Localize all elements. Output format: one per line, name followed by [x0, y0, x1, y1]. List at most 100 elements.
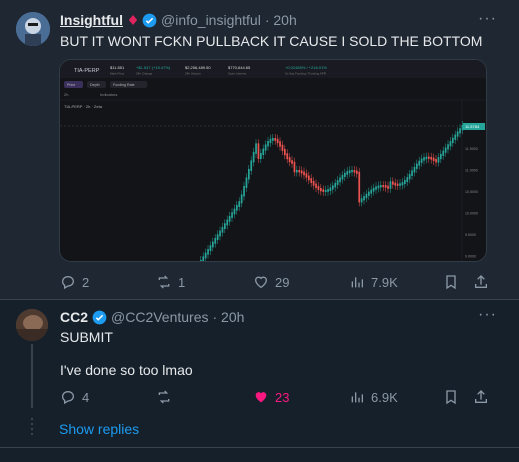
- candle: [339, 177, 341, 183]
- candle: [336, 180, 339, 185]
- candle: [348, 170, 351, 174]
- candle: [291, 160, 293, 164]
- interval-label[interactable]: 2h: [64, 92, 68, 97]
- tweet-header: Insightful @info_insightful · 20h: [60, 12, 297, 28]
- candle: [228, 215, 231, 222]
- candle: [269, 138, 272, 143]
- candle: [363, 196, 365, 201]
- stat-label: Open Interest: [228, 72, 246, 76]
- show-replies-link[interactable]: Show replies: [59, 421, 139, 437]
- candle: [437, 157, 440, 163]
- display-name[interactable]: CC2: [60, 309, 88, 325]
- views-icon: [351, 392, 363, 403]
- candle: [212, 241, 214, 248]
- more-options-icon[interactable]: ···: [478, 306, 497, 324]
- candle: [444, 147, 447, 153]
- candle: [317, 186, 320, 190]
- share-button[interactable]: [473, 389, 489, 405]
- candle: [411, 170, 413, 176]
- candle: [384, 185, 387, 188]
- like-button[interactable]: 23: [253, 389, 289, 405]
- indicators-button[interactable]: Indicators: [100, 92, 117, 97]
- candle: [236, 204, 238, 211]
- stat-value: $770,644.65: [228, 65, 251, 70]
- like-button[interactable]: 29: [253, 274, 289, 290]
- like-count: 29: [275, 274, 290, 290]
- candle: [322, 189, 325, 192]
- handle[interactable]: @CC2Ventures: [111, 309, 208, 325]
- price-chart: TIA-PERP $11.851 Mark Price +$1.547 (+15.4…: [60, 60, 486, 261]
- tweet-text: I've done so too lmao: [60, 362, 193, 378]
- axis-tick: 11.0000: [465, 169, 478, 173]
- view-count: 6.9K: [371, 389, 398, 405]
- candle: [442, 150, 445, 156]
- heart-icon: [254, 276, 268, 289]
- candle: [219, 230, 221, 237]
- candle: [435, 158, 437, 163]
- more-options-icon[interactable]: ···: [478, 10, 497, 28]
- reply-button[interactable]: 4: [60, 389, 89, 405]
- candle: [449, 141, 452, 147]
- axis-tick: 11.5000: [465, 147, 478, 151]
- reply-count: 4: [82, 389, 90, 405]
- candle: [233, 208, 236, 215]
- stat-value: +$1.547 (+15.47%): [136, 65, 171, 70]
- reply-count: 2: [82, 274, 90, 290]
- diamond-icon: [128, 15, 138, 25]
- candle: [416, 163, 418, 169]
- candle: [334, 182, 337, 188]
- axis-tick: 9.0000: [465, 255, 476, 259]
- chart-image[interactable]: TIA-PERP $11.851 Mark Price +$1.547 (+15.4…: [59, 59, 487, 262]
- candle: [404, 180, 406, 185]
- candle: [276, 138, 279, 144]
- candle: [202, 256, 205, 261]
- candle: [245, 177, 248, 188]
- display-name[interactable]: Insightful: [60, 12, 123, 28]
- reply-icon: [61, 390, 75, 405]
- views-button[interactable]: 7.9K: [349, 274, 398, 290]
- candle: [296, 170, 298, 173]
- repost-button[interactable]: 1: [156, 274, 185, 290]
- candle: [216, 234, 219, 240]
- timestamp[interactable]: · 20h: [265, 12, 297, 28]
- bookmark-icon: [446, 275, 456, 290]
- candle: [372, 187, 375, 192]
- candle: [300, 170, 303, 174]
- stat-value: $2,256,489.50: [185, 65, 211, 70]
- bookmark-button[interactable]: [443, 274, 459, 290]
- repost-icon: [158, 275, 170, 289]
- views-icon: [351, 277, 363, 288]
- handle[interactable]: @info_insightful: [161, 12, 261, 28]
- candle: [293, 161, 296, 173]
- candle: [428, 156, 430, 159]
- candle: [260, 152, 262, 159]
- candle: [358, 171, 361, 203]
- axis-tick: 9.5000: [465, 233, 476, 237]
- repost-button[interactable]: [156, 389, 172, 405]
- candle: [303, 171, 305, 176]
- chart-tab-label: Depth: [90, 83, 100, 87]
- avatar[interactable]: [16, 12, 50, 46]
- candle: [382, 185, 385, 188]
- chart-tab-label: Funding Rate: [113, 83, 135, 87]
- candle: [406, 177, 409, 183]
- avatar[interactable]: [16, 309, 48, 341]
- candle: [327, 189, 329, 192]
- candle: [288, 157, 291, 163]
- candle: [351, 170, 353, 173]
- candle: [267, 140, 269, 147]
- timestamp[interactable]: · 20h: [213, 309, 245, 325]
- candle: [214, 237, 217, 244]
- candle: [377, 185, 380, 189]
- reply-button[interactable]: 2: [60, 274, 89, 290]
- candle: [209, 245, 212, 251]
- candle: [360, 198, 363, 203]
- views-button[interactable]: 6.9K: [349, 389, 398, 405]
- share-button[interactable]: [473, 274, 489, 290]
- candle: [312, 180, 315, 186]
- chart-tab-label: Price: [67, 83, 75, 87]
- stat-label: 24h Volume: [185, 72, 201, 76]
- bookmark-button[interactable]: [443, 389, 459, 405]
- candle: [418, 160, 421, 166]
- candle: [365, 193, 368, 199]
